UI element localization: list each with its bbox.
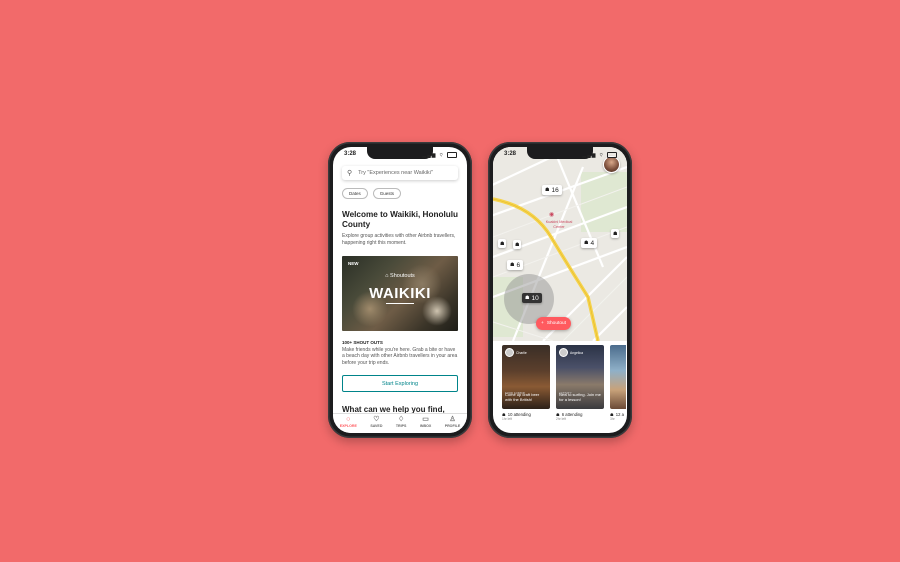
group-icon: ☗ [510, 262, 515, 268]
group-icon: ☗ [613, 230, 618, 237]
shoutout-card[interactable]: ☗ 12 a 3hr [610, 345, 626, 421]
shoutouts-hero-card[interactable]: NEW ⌂ Shoutouts WAIKIKI [342, 256, 458, 331]
tab-saved[interactable]: ♡ SAVED [370, 416, 382, 428]
battery-icon [447, 152, 457, 158]
card-time-left: 2hr left [556, 417, 567, 421]
poi-label: Kuakini Medical Center [545, 220, 573, 229]
search-icon: ⚲ [347, 170, 353, 177]
group-icon: ☗ [515, 241, 520, 248]
card-user-name: Charlie [516, 350, 527, 355]
hero-title: WAIKIKI [369, 285, 431, 302]
tab-label: PROFILE [444, 424, 461, 428]
map-pin-cluster[interactable]: ☗ 16 [542, 185, 562, 195]
card-time-left: 1hr left [502, 417, 513, 421]
shout-outs-heading: 100+ SHOUT OUTS [342, 340, 383, 345]
bottom-tab-bar: ○ EXPLORE ♡ SAVED ♢ TRIPS ▭ INBOX ♙ PROFILE [333, 413, 467, 433]
tab-profile[interactable]: ♙ PROFILE [445, 416, 461, 428]
explore-screen: 3:28 ▂▄▆ ⌔ ⚲ Try "Experiences near Waiki… [333, 147, 467, 433]
phone-map: 3:28 ▂▄▆ ⌔ ☗ 16 ☗ 4 ☗ 6 ☗ ☗ ☗ ◉ Kuakini … [488, 142, 632, 438]
location-pin-icon: ◉ [549, 212, 555, 218]
status-time: 3:28 [504, 151, 517, 157]
shoutout-card[interactable]: Charlie FOOD & DRINK Come up craft beer … [502, 345, 550, 421]
person-icon: ♙ [449, 416, 456, 423]
create-shoutout-button[interactable]: + Shoutout [536, 317, 572, 330]
tab-explore[interactable]: ○ EXPLORE [340, 416, 357, 428]
dates-chip[interactable]: Dates [342, 188, 368, 199]
pin-count: 6 [516, 261, 521, 269]
pin-count: 16 [551, 186, 559, 194]
tab-label: TRIPS [395, 424, 407, 428]
avatar [559, 348, 568, 357]
status-time: 3:28 [344, 151, 357, 157]
card-title: New to surfing. Join me for a lesson! [559, 392, 601, 403]
airbnb-logo-icon: ♢ [398, 416, 405, 423]
shoutouts-label: Shoutouts [390, 273, 415, 279]
guests-chip[interactable]: Guests [372, 188, 402, 199]
search-placeholder: Try "Experiences near Waikiki" [358, 170, 433, 176]
card-title: Come up craft beer with the British! [505, 392, 540, 403]
tab-trips[interactable]: ♢ TRIPS [396, 416, 407, 428]
map-pin-single[interactable]: ☗ [611, 229, 620, 238]
shoutouts-brand: ⌂ Shoutouts [342, 273, 458, 279]
new-badge: NEW [348, 261, 359, 266]
welcome-title: Welcome to Waikiki, Honolulu County [342, 210, 458, 229]
card-user: Charlie [505, 348, 527, 357]
group-icon: ☗ [500, 240, 505, 247]
map-screen: 3:28 ▂▄▆ ⌔ ☗ 16 ☗ 4 ☗ 6 ☗ ☗ ☗ ◉ Kuakini … [493, 147, 627, 433]
pin-count: 10 [531, 294, 539, 302]
shout-outs-description: Make friends while you're here. Grab a b… [342, 347, 458, 366]
pin-count: 4 [590, 239, 595, 247]
card-user-name: Angelica [570, 350, 584, 355]
start-exploring-button[interactable]: Start Exploring [342, 375, 458, 392]
search-icon: ○ [346, 416, 351, 423]
card-time-left: 3hr [610, 417, 615, 421]
attending-count: 12 a [615, 412, 624, 417]
battery-icon [607, 152, 617, 158]
map-pin-cluster[interactable]: ☗ 6 [507, 260, 524, 270]
tab-label: INBOX [419, 424, 432, 428]
shoutouts-map[interactable]: ☗ 16 ☗ 4 ☗ 6 ☗ ☗ ☗ ◉ Kuakini Medical Center… [493, 147, 627, 341]
tab-label: SAVED [370, 424, 383, 428]
poi-marker-kuakini[interactable]: ◉ [549, 212, 555, 218]
airbnb-logo-icon: ⌂ [385, 273, 389, 279]
map-pin-cluster[interactable]: ☗ 4 [581, 238, 598, 248]
shoutout-label: Shoutout [546, 321, 567, 326]
search-input[interactable]: ⚲ Try "Experiences near Waikiki" [342, 166, 458, 180]
chat-icon: ▭ [422, 416, 429, 423]
user-avatar[interactable] [603, 156, 620, 173]
map-pin-single[interactable]: ☗ [498, 239, 507, 248]
tab-label: EXPLORE [339, 424, 357, 428]
card-user: Angelica [559, 348, 583, 357]
card-photo: Charlie FOOD & DRINK Come up craft beer … [502, 345, 550, 409]
group-icon: ☗ [525, 295, 530, 301]
plus-icon: + [541, 321, 544, 326]
heart-icon: ♡ [373, 416, 380, 423]
filter-chips: Dates Guests [342, 188, 402, 199]
avatar [505, 348, 514, 357]
status-icons: ▂▄▆ ⌔ [582, 152, 617, 158]
hero-underline [386, 303, 414, 304]
group-icon: ☗ [584, 240, 589, 246]
map-pin-single[interactable]: ☗ [513, 240, 522, 249]
status-icons: ▂▄▆ ⌔ [422, 152, 457, 158]
phone-explore: 3:28 ▂▄▆ ⌔ ⚲ Try "Experiences near Waiki… [328, 142, 472, 438]
map-pin-selected[interactable]: ☗ 10 [522, 293, 542, 303]
shoutout-cards: Charlie FOOD & DRINK Come up craft beer … [502, 345, 626, 421]
tab-inbox[interactable]: ▭ INBOX [420, 416, 431, 428]
group-icon: ☗ [545, 187, 550, 193]
card-photo [610, 345, 626, 409]
welcome-description: Explore group activities with other Airb… [342, 233, 456, 246]
card-photo: Angelica ACTIVITY New to surfing. Join m… [556, 345, 604, 409]
shoutout-card[interactable]: Angelica ACTIVITY New to surfing. Join m… [556, 345, 604, 421]
